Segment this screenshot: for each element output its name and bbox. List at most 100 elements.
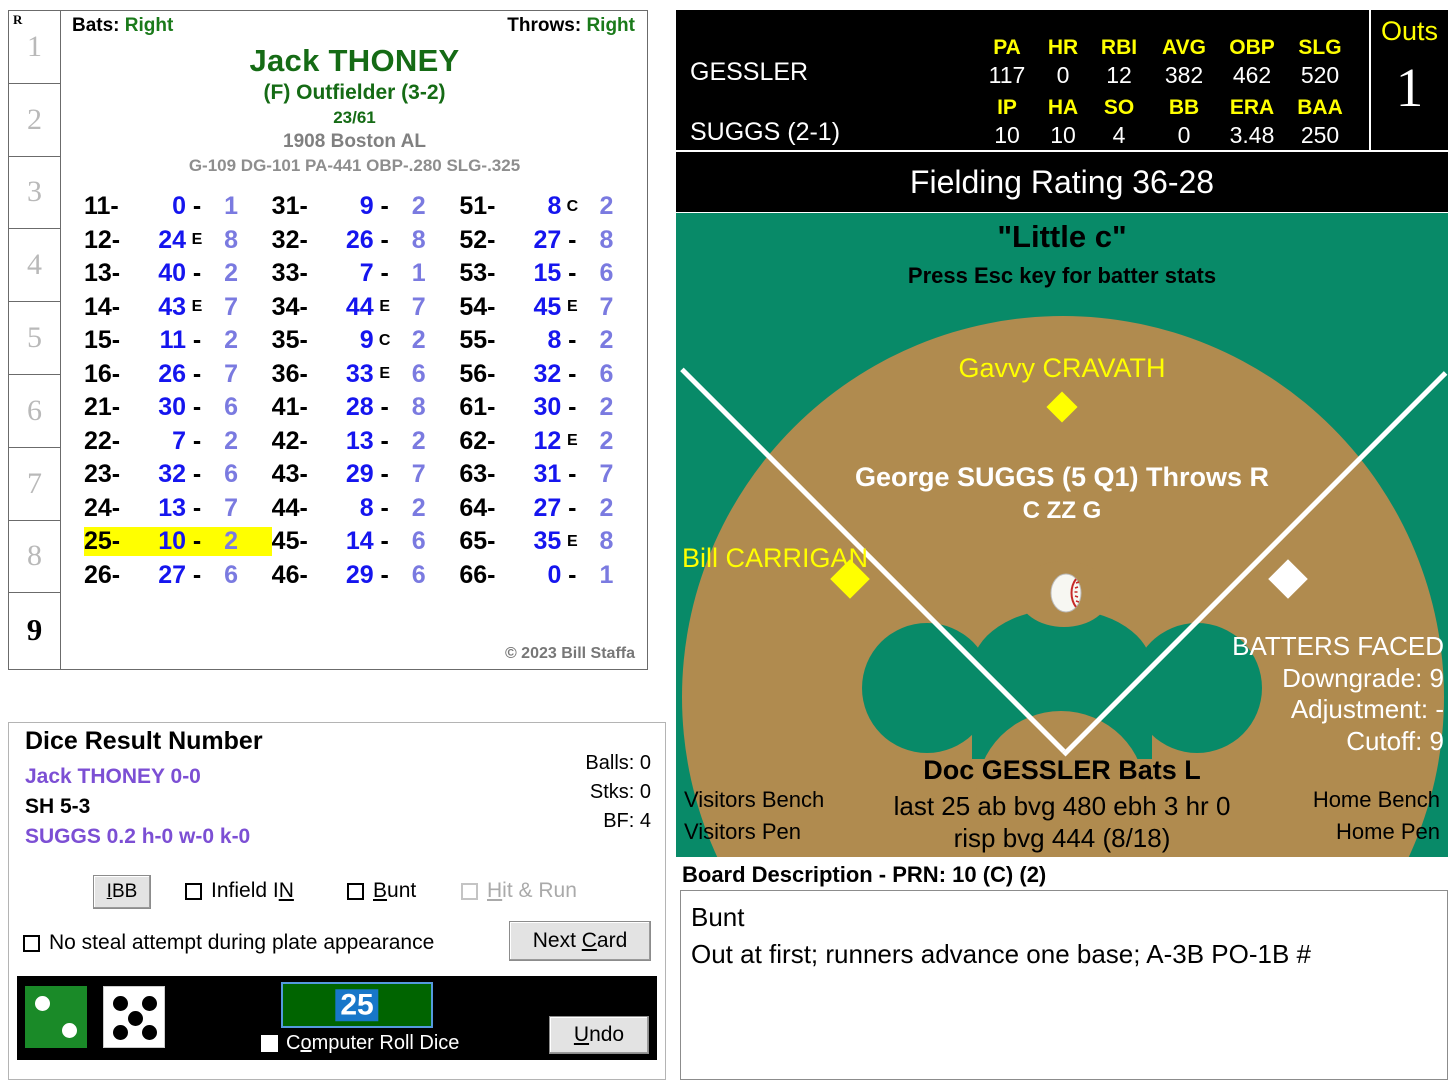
- bunt-label: Bunt: [373, 879, 417, 902]
- batter-stat-headers: PA HR RBI AVG OBP SLG: [976, 36, 1354, 60]
- balls-count: Balls: 0: [585, 752, 651, 774]
- green-die[interactable]: [25, 986, 87, 1048]
- white-die[interactable]: [103, 986, 165, 1048]
- batter-stat-header: RBI: [1100, 36, 1138, 59]
- batter-stat-value: 12: [1106, 62, 1132, 88]
- inning-number: 4: [27, 248, 42, 282]
- adjustment-value: Adjustment: -: [1290, 694, 1444, 725]
- third-base-runner-name: Bill CARRIGAN: [682, 543, 869, 573]
- batter-stat-value: 520: [1300, 62, 1340, 88]
- dice-value-field[interactable]: 25: [281, 982, 433, 1028]
- dice-fielder-code: 6: [599, 259, 614, 288]
- dice-entry: 51- 8 C 2: [459, 192, 647, 221]
- dice-entry: 31- 9-2: [272, 192, 460, 221]
- bunt-checkbox[interactable]: Bunt: [347, 879, 416, 903]
- dice-table-row: 11- 0-1 31- 9-2 51- 8 C 2: [84, 190, 647, 224]
- dice-modifier: -: [192, 192, 202, 221]
- dice-roll-label: 34-: [271, 292, 308, 321]
- dice-fielder-code: 2: [599, 393, 614, 422]
- dice-modifier: C: [378, 331, 391, 349]
- dice-entry: 64- 27-2: [459, 494, 647, 523]
- undo-button[interactable]: Undo: [549, 1016, 649, 1054]
- dice-entry: 22- 7-2: [84, 427, 272, 456]
- inning-number: 3: [27, 175, 42, 209]
- checkbox-icon: [23, 934, 40, 952]
- dice-entry: 65- 35 E 8: [459, 527, 647, 556]
- dice-modifier: -: [380, 393, 389, 422]
- inning-cell-6: 6: [9, 375, 60, 448]
- board-description-line-1: Bunt: [691, 902, 745, 932]
- dice-fielder-code: 6: [224, 460, 238, 489]
- pitcher-stat-value: 250: [1300, 122, 1340, 148]
- dice-roll-label: 36-: [271, 359, 308, 388]
- dice-fielder-code: 2: [411, 326, 426, 355]
- batter-stat-header: AVG: [1162, 36, 1206, 59]
- inning-number: 5: [27, 321, 42, 355]
- dice-fielder-code: 6: [411, 359, 426, 388]
- dice-entry: 43- 29-7: [272, 460, 460, 489]
- dice-modifier: -: [380, 259, 389, 288]
- dice-modifier: E: [379, 365, 390, 383]
- die-pip: [35, 996, 50, 1011]
- dice-result-code: 30: [158, 393, 186, 422]
- inning-cell-9: 9: [9, 593, 60, 666]
- baseball-field: "Little c" Press Esc key for batter stat…: [676, 213, 1448, 857]
- die-pip: [62, 1023, 77, 1038]
- dice-entry: 56- 32-6: [459, 360, 647, 389]
- batter-stat-values: 117 0 12 382 462 520: [976, 62, 1354, 89]
- dice-roll-label: 21-: [84, 393, 121, 422]
- ibb-button[interactable]: IBB: [93, 875, 151, 909]
- dice-result-code: 29: [345, 560, 374, 589]
- dice-table-row: 12- 24 E 8 32- 26-8 52- 27-8: [84, 224, 647, 258]
- inning-number: 8: [27, 539, 42, 573]
- dice-result-code: 35: [533, 527, 562, 556]
- dice-roll-label: 56-: [459, 359, 496, 388]
- outs-value: 1: [1395, 57, 1424, 118]
- fielding-rating-bar: Fielding Rating 36-28: [676, 152, 1448, 212]
- dice-modifier: -: [192, 326, 202, 355]
- computer-roll-dice-checkbox[interactable]: Computer Roll Dice: [261, 1032, 459, 1055]
- dice-roll-label: 32-: [271, 225, 308, 254]
- dice-result-code: 7: [172, 426, 186, 455]
- dice-roll-label: 52-: [459, 225, 496, 254]
- inning-cell-3: 3: [9, 157, 60, 230]
- dice-strip: 25 Computer Roll Dice Undo: [17, 976, 657, 1060]
- home-bench-button[interactable]: Home Bench: [1313, 787, 1440, 813]
- visitors-bench-button[interactable]: Visitors Bench: [684, 787, 824, 813]
- dice-roll-label: 43-: [271, 460, 308, 489]
- dice-entry: 34- 44 E 7: [272, 293, 460, 322]
- home-pen-button[interactable]: Home Pen: [1336, 819, 1440, 845]
- dice-result-code: 0: [172, 192, 186, 221]
- dice-entry: 46- 29-6: [272, 561, 460, 590]
- dice-entry: 44- 8-2: [272, 494, 460, 523]
- dice-roll-label: 13-: [84, 259, 121, 288]
- dice-fielder-code: 2: [411, 192, 426, 221]
- no-steal-checkbox[interactable]: No steal attempt during plate appearance: [23, 931, 434, 955]
- dice-roll-label: 15-: [84, 326, 121, 355]
- dice-roll-label: 41-: [271, 393, 308, 422]
- pitcher-stat-header: BAA: [1297, 96, 1343, 119]
- board-label-little-c: "Little c": [997, 219, 1127, 254]
- dice-result-title: Dice Result Number: [21, 727, 267, 756]
- dice-result-code: 9: [359, 326, 374, 355]
- dice-fielder-code: 2: [599, 426, 614, 455]
- dice-fielder-code: 2: [599, 493, 614, 522]
- dice-entry: 26- 27-6: [84, 561, 272, 590]
- computer-roll-label: Computer Roll Dice: [286, 1032, 460, 1054]
- dice-fielder-code: 2: [599, 326, 614, 355]
- dice-result-code: 27: [158, 560, 186, 589]
- batters-faced-block: BATTERS FACED Downgrade: 9 Adjustment: -…: [1232, 631, 1444, 758]
- strikes-count: Stks: 0: [589, 780, 651, 803]
- infield-in-checkbox[interactable]: Infield IN: [185, 879, 294, 903]
- dice-result-code: 30: [533, 393, 562, 422]
- dice-fielder-code: 7: [599, 460, 614, 489]
- next-card-button[interactable]: Next Card: [509, 921, 651, 961]
- dice-entry: 54- 45 E 7: [459, 293, 647, 322]
- next-card-label: Next Card: [532, 929, 628, 952]
- batter-stat-header: OBP: [1229, 36, 1275, 59]
- dice-modifier: E: [567, 432, 578, 450]
- visitors-pen-button[interactable]: Visitors Pen: [684, 819, 801, 845]
- dice-roll-label: 42-: [271, 426, 308, 455]
- dice-table-row: 24- 13-7 44- 8-2 64- 27-2: [84, 492, 647, 526]
- dice-modifier: -: [380, 426, 389, 455]
